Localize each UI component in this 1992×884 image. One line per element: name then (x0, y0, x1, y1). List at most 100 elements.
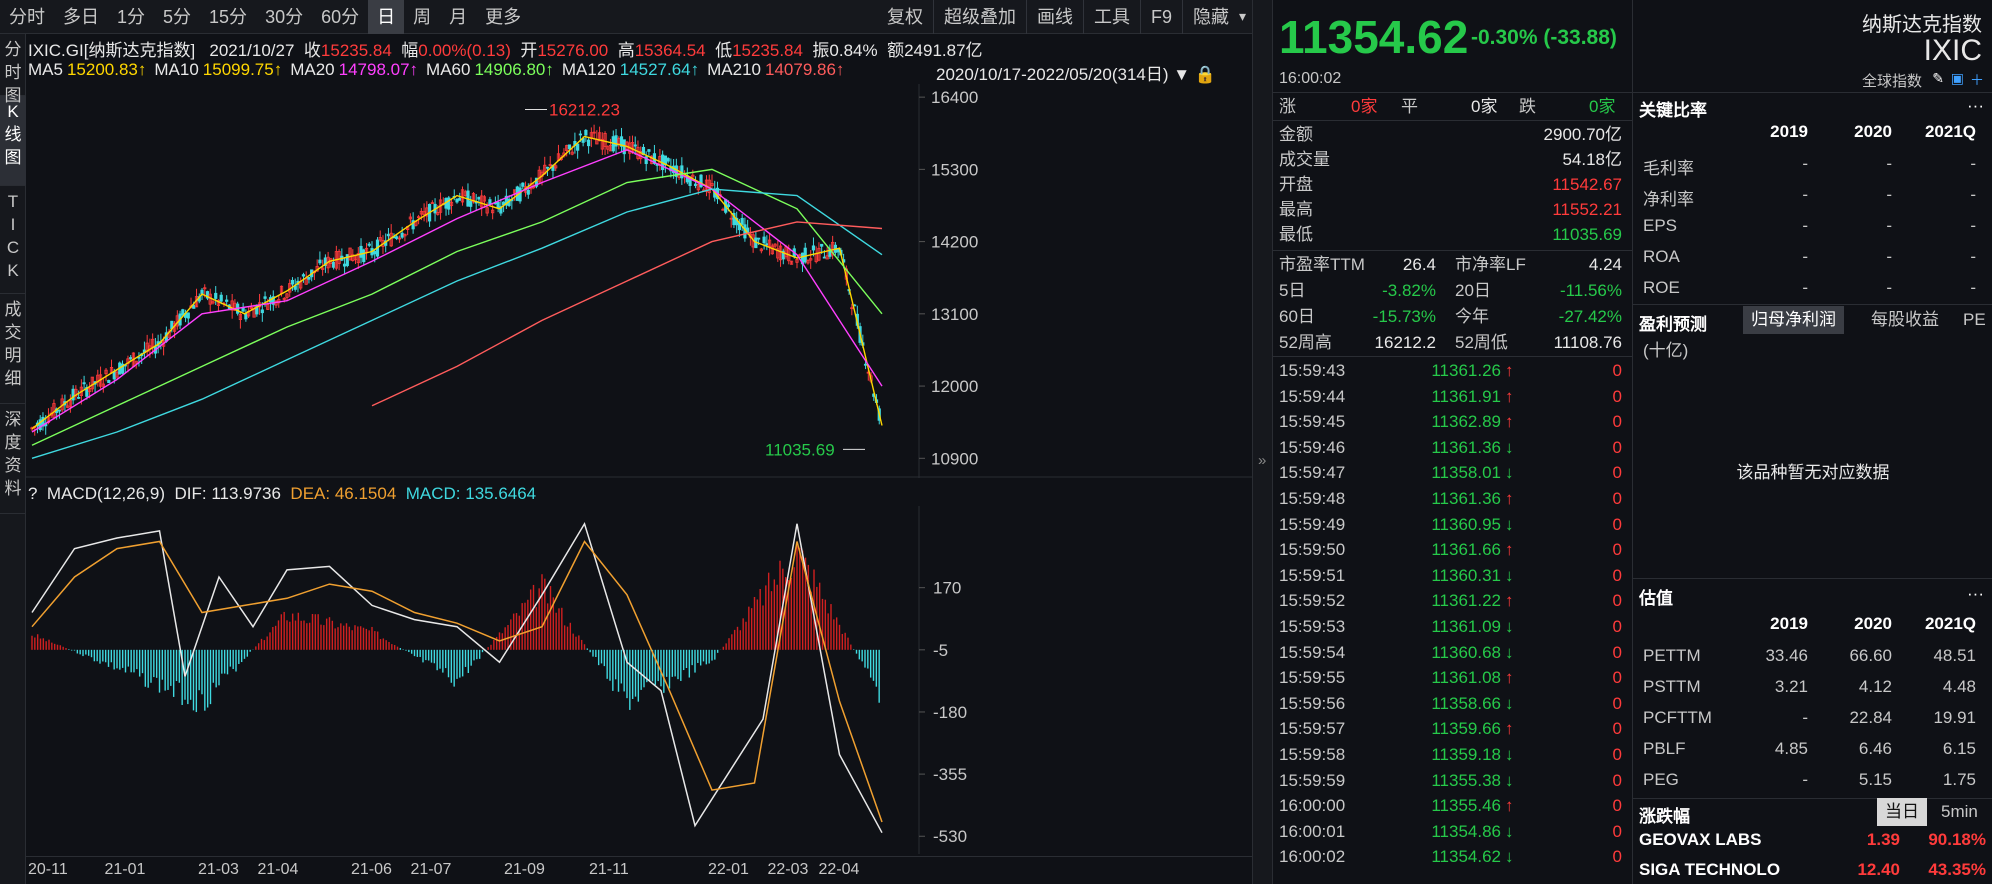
index-category: 全球指数 (1861, 73, 1922, 90)
period-tab[interactable]: 分时 (0, 0, 54, 34)
macd-chart[interactable]: 170 -5 -180 -355 -530 (26, 506, 1252, 854)
earnings-tab[interactable]: PE (1955, 306, 1992, 334)
amount-value: 2491.87亿 (904, 41, 983, 60)
vertical-tab[interactable]: 分时图 (0, 34, 26, 105)
tick-time: 16:00:00 (1279, 796, 1346, 816)
tick-time: 15:59:57 (1279, 719, 1346, 739)
period-tab[interactable]: 日 (368, 0, 405, 34)
y-tick-label: -180 (933, 703, 967, 722)
mover-name[interactable]: GEOVAX LABS (1639, 830, 1761, 850)
edit-icon[interactable]: ✎ (1932, 70, 1944, 87)
stat-row: 5日 -3.82% 20日 -11.56% (1273, 278, 1632, 304)
tick-time: 16:00:01 (1279, 821, 1346, 841)
vertical-tab[interactable]: TICK (0, 186, 26, 294)
y-tick-label: 170 (933, 579, 961, 598)
tick-row[interactable]: 15:59:55 11361.08 ↑ 0 (1273, 665, 1632, 691)
movers-tab[interactable]: 当日 (1877, 798, 1927, 826)
period-tab[interactable]: 月 (440, 0, 476, 34)
tick-row[interactable]: 15:59:56 11358.66 ↓ 0 (1273, 691, 1632, 717)
macd-dif: DIF: 113.9736 (174, 484, 281, 503)
tick-row[interactable]: 15:59:47 11358.01 ↓ 0 (1273, 460, 1632, 486)
ma-line-ma60 (31, 168, 883, 446)
ratio-value: 19.91 (1933, 708, 1976, 727)
divider (1633, 304, 1992, 305)
tick-volume: 0 (1612, 386, 1622, 406)
period-tab[interactable]: 15分 (200, 0, 256, 34)
quote-row-value: 2900.70亿 (1543, 125, 1622, 144)
tick-row[interactable]: 15:59:59 11355.38 ↓ 0 (1273, 768, 1632, 794)
earnings-tab[interactable]: 每股收益 (1863, 306, 1947, 334)
period-tab[interactable]: 多日 (54, 0, 108, 34)
period-tab[interactable]: 更多 (476, 0, 530, 34)
tick-price: 11355.46 (1431, 796, 1501, 816)
tick-row[interactable]: 15:59:57 11359.66 ↑ 0 (1273, 716, 1632, 742)
ratio-value: - (1886, 154, 1892, 173)
tick-row[interactable]: 16:00:00 11355.46 ↑ 0 (1273, 793, 1632, 819)
earnings-tab[interactable]: 归母净利润 (1743, 306, 1844, 334)
tick-row[interactable]: 15:59:58 11359.18 ↓ 0 (1273, 742, 1632, 768)
price-chart[interactable]: 16400 15300 14200 13100 12000 10900 16212.23 11… (26, 84, 1252, 478)
period-tab[interactable]: 30分 (256, 0, 312, 34)
tick-row[interactable]: 15:59:45 11362.89 ↑ 0 (1273, 409, 1632, 435)
period-tab[interactable]: 5分 (154, 0, 200, 34)
tick-time: 15:59:59 (1279, 770, 1346, 790)
tick-row[interactable]: 15:59:49 11360.95 ↓ 0 (1273, 512, 1632, 538)
ratios-more-icon[interactable]: ··· (1967, 96, 1984, 116)
mover-name[interactable]: SIGA TECHNOLO (1639, 860, 1780, 880)
tick-row[interactable]: 16:00:02 11354.62 ↓ 0 (1273, 844, 1632, 870)
add-icon[interactable]: ＋ (1970, 70, 1984, 90)
toolbar-tool-button[interactable]: 画线 (1025, 0, 1083, 34)
tick-row[interactable]: 15:59:46 11361.36 ↓ 0 (1273, 435, 1632, 461)
candle-body (726, 204, 731, 208)
divider (1273, 92, 1632, 93)
vertical-tab[interactable]: K线图 (0, 96, 26, 186)
tick-row[interactable]: 15:59:50 11361.66 ↑ 0 (1273, 537, 1632, 563)
dropdown-icon[interactable]: ▾ (1239, 8, 1252, 25)
tick-row[interactable]: 15:59:43 11361.26 ↑ 0 (1273, 358, 1632, 384)
ratio-label: 净利率 (1643, 190, 1694, 209)
period-tab[interactable]: 60分 (312, 0, 368, 34)
year-header: 2021Q (1924, 614, 1976, 633)
candle-body (345, 254, 349, 266)
amp-label: 幅 (401, 41, 419, 60)
open-value: 15276.00 (537, 41, 609, 60)
high-value: 15364.54 (634, 41, 706, 60)
chevron-right-icon[interactable]: » (1258, 452, 1266, 469)
valuation-more-icon[interactable]: ··· (1967, 584, 1984, 604)
tick-row[interactable]: 15:59:53 11361.09 ↓ 0 (1273, 614, 1632, 640)
tick-volume: 0 (1612, 847, 1622, 867)
toolbar-tool-button[interactable]: 复权 (877, 0, 933, 34)
movers-tab[interactable]: 5min (1933, 798, 1986, 826)
tick-row[interactable]: 15:59:48 11361.36 ↑ 0 (1273, 486, 1632, 512)
vertical-tab[interactable]: 成交明细 (0, 294, 26, 404)
year-header: 2020 (1854, 122, 1892, 141)
swing-label: 振 (812, 41, 830, 60)
period-tab[interactable]: 周 (404, 0, 440, 34)
vertical-tab[interactable]: 深度资料 (0, 404, 26, 514)
tick-row[interactable]: 15:59:54 11360.68 ↓ 0 (1273, 640, 1632, 666)
candle-body (332, 261, 336, 268)
screen-icon[interactable]: ▣ (1951, 70, 1964, 87)
tick-row[interactable]: 15:59:52 11361.22 ↑ 0 (1273, 588, 1632, 614)
period-tab[interactable]: 1分 (108, 0, 154, 34)
stat-value: 4.24 (1588, 255, 1622, 274)
lock-icon[interactable]: 🔒 (1195, 65, 1216, 84)
vertical-tab-char: 细 (4, 369, 22, 388)
dropdown-icon[interactable]: ▼ (1173, 65, 1190, 84)
toolbar-tool-button[interactable]: 工具 (1082, 0, 1140, 34)
toolbar-tool-button[interactable]: 超级叠加 (932, 0, 1026, 34)
candle-body (545, 166, 550, 169)
candle-body (477, 196, 481, 200)
toolbar-tool-button[interactable]: 隐藏 (1181, 0, 1239, 34)
tick-row[interactable]: 15:59:51 11360.31 ↓ 0 (1273, 563, 1632, 589)
ratio-value: 3.21 (1774, 677, 1808, 696)
tick-row[interactable]: 16:00:01 11354.86 ↓ 0 (1273, 819, 1632, 845)
tick-row[interactable]: 15:59:44 11361.91 ↑ 0 (1273, 384, 1632, 410)
toolbar-tool-button[interactable]: F9 (1139, 0, 1182, 34)
tick-time: 16:00:02 (1279, 847, 1346, 867)
macd-help-icon[interactable]: ? (28, 484, 37, 503)
collapse-panel-bar[interactable]: » (1252, 0, 1272, 884)
candle-body (107, 379, 111, 384)
ratio-label: PCFTTM (1643, 708, 1712, 727)
stat-label: 20日 (1455, 281, 1491, 300)
